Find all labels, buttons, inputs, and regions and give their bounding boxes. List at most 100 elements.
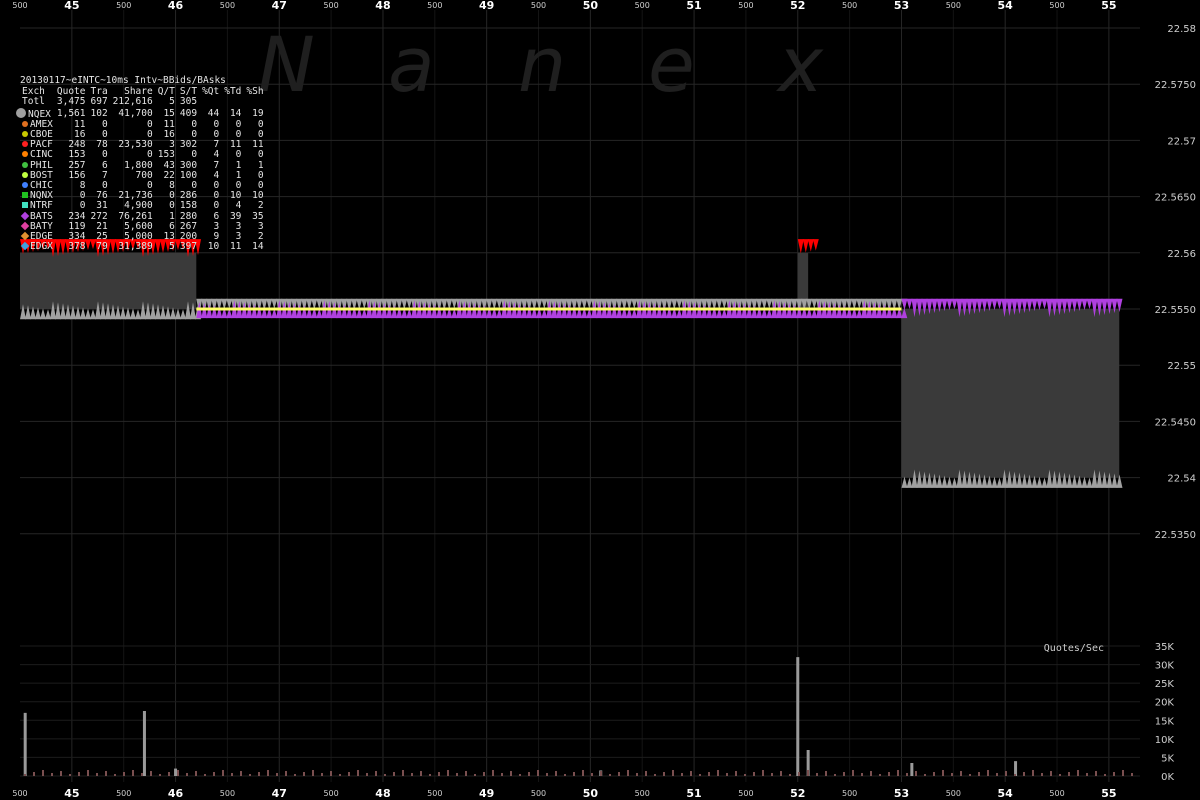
bid-quote-marker bbox=[341, 304, 348, 319]
exchange-marker-icon bbox=[16, 107, 26, 118]
exchange-marker-icon bbox=[22, 141, 28, 148]
row-name: Totl bbox=[22, 96, 45, 108]
bid-quote-marker bbox=[386, 304, 393, 319]
bid-quote-marker bbox=[616, 305, 623, 319]
x-tick-label: 50 bbox=[583, 0, 599, 12]
quotes-tick-label: 5K bbox=[1161, 753, 1174, 764]
bid-quote-marker bbox=[566, 304, 573, 319]
cell-share: 31,389 bbox=[118, 241, 153, 253]
x-half-tick-label: 500 bbox=[635, 789, 650, 798]
quotes-tick-label: 20K bbox=[1155, 698, 1175, 709]
x-half-tick-label: 500 bbox=[842, 789, 857, 798]
price-tick-label: 22.5650 bbox=[1155, 193, 1196, 204]
ask-quote-marker bbox=[797, 239, 804, 254]
ask-quote-marker bbox=[946, 298, 953, 311]
bid-quote-marker bbox=[471, 303, 478, 319]
bid-quote-marker bbox=[291, 303, 298, 319]
x-tick-label: 54 bbox=[998, 787, 1014, 800]
bid-quote-marker bbox=[426, 303, 433, 319]
cell-trades: 79 bbox=[96, 241, 108, 253]
exchange-marker-icon bbox=[22, 171, 28, 178]
exchange-marker-icon bbox=[22, 202, 28, 209]
cell-pct-trades: 14 bbox=[229, 107, 242, 119]
price-tick-label: 22.5550 bbox=[1155, 305, 1196, 316]
cell-st: 409 bbox=[179, 107, 198, 119]
x-tick-label: 51 bbox=[686, 787, 701, 800]
table-row: AMEX 11 0 0 11 0 0 0 0 bbox=[20, 119, 264, 130]
exchange-marker-icon bbox=[22, 151, 28, 158]
ask-quote-marker bbox=[811, 298, 818, 309]
bid-quote-marker bbox=[90, 309, 96, 320]
cell-quote: 1,561 bbox=[56, 107, 86, 119]
exchange-marker-icon bbox=[22, 131, 28, 138]
x-half-tick-label: 500 bbox=[946, 789, 961, 798]
watermark-letter: x bbox=[778, 20, 823, 109]
x-tick-label: 47 bbox=[272, 0, 287, 12]
bid-quote-marker bbox=[346, 305, 353, 319]
panel-title: 20130117~eINTC~10ms Intv~BBids/BAsks bbox=[20, 75, 226, 86]
quotes-tick-label: 35K bbox=[1155, 642, 1175, 653]
bid-quote-marker bbox=[1081, 476, 1088, 488]
bid-quote-marker bbox=[746, 304, 753, 319]
exchange-stats-panel: 20130117~eINTC~10ms Intv~BBids/BAsks Exc… bbox=[16, 75, 264, 253]
bid-quote-marker bbox=[85, 308, 91, 320]
table-row: BOST 156 7 700 22 100 4 1 0 bbox=[20, 170, 264, 181]
cell-quote: 378 bbox=[68, 241, 86, 253]
bid-quote-marker bbox=[381, 303, 388, 319]
x-tick-label: 48 bbox=[375, 0, 390, 12]
x-tick-label: 46 bbox=[168, 0, 184, 12]
quotes-tick-label: 30K bbox=[1155, 661, 1175, 672]
bid-quote-marker bbox=[651, 303, 658, 319]
x-half-tick-label: 500 bbox=[116, 1, 131, 10]
bid-quote-marker bbox=[516, 303, 523, 319]
bid-quote-marker bbox=[1036, 476, 1043, 488]
bid-quote-marker bbox=[211, 305, 218, 319]
x-half-tick-label: 500 bbox=[323, 789, 338, 798]
bid-quote-marker bbox=[436, 305, 443, 319]
bid-quote-marker bbox=[180, 309, 186, 320]
x-tick-label: 55 bbox=[1101, 787, 1116, 800]
x-tick-label: 55 bbox=[1101, 0, 1116, 12]
ask-quote-marker bbox=[766, 298, 773, 309]
price-tick-label: 22.5750 bbox=[1155, 80, 1196, 91]
cell-quote: 3,475 bbox=[56, 96, 86, 108]
watermark-letter: n bbox=[518, 20, 567, 109]
ask-quote-marker bbox=[991, 298, 998, 311]
x-tick-label: 53 bbox=[894, 787, 909, 800]
ask-quote-marker bbox=[676, 298, 683, 309]
bid-quote-marker bbox=[1041, 477, 1048, 488]
bid-quote-marker bbox=[901, 476, 908, 488]
x-tick-label: 46 bbox=[168, 787, 184, 800]
bid-quote-marker bbox=[706, 305, 713, 319]
ask-quote-marker bbox=[812, 239, 819, 251]
bid-quote-marker bbox=[791, 304, 798, 319]
ask-quote-marker bbox=[406, 298, 413, 309]
bid-quote-marker bbox=[876, 303, 883, 319]
exchange-rows: NQEX 1,561 102 41,700 15 409 44 14 19 AMEX 11 0 0 11 0… bbox=[16, 107, 264, 253]
bid-quote-marker bbox=[246, 303, 253, 319]
exchange-marker-icon bbox=[22, 161, 28, 168]
price-tick-label: 22.57 bbox=[1167, 136, 1196, 147]
ask-quote-marker bbox=[951, 298, 958, 310]
cell-trades: 102 bbox=[90, 107, 108, 119]
column-header: %Qt bbox=[202, 86, 220, 98]
ask-quote-marker bbox=[807, 239, 814, 252]
quotes-tick-label: 10K bbox=[1155, 735, 1175, 746]
bid-quote-marker bbox=[841, 305, 848, 319]
watermark-letter: e bbox=[648, 20, 695, 109]
row-name: EDGX bbox=[20, 242, 53, 252]
cell-share: 23,530 bbox=[118, 139, 153, 151]
ask-quote-marker bbox=[996, 298, 1003, 310]
x-tick-label: 45 bbox=[64, 0, 79, 12]
bid-quote-marker bbox=[521, 304, 528, 319]
bid-quote-marker bbox=[996, 477, 1003, 488]
x-tick-label: 54 bbox=[998, 0, 1014, 12]
bid-quote-marker bbox=[751, 305, 758, 319]
bid-quote-marker bbox=[831, 303, 838, 319]
column-header: %Sh bbox=[246, 86, 264, 98]
cell-qt: 5 bbox=[169, 241, 175, 253]
x-tick-label: 47 bbox=[272, 787, 287, 800]
price-tick-label: 22.5450 bbox=[1155, 417, 1196, 428]
bid-quote-marker bbox=[656, 304, 663, 319]
ask-quote-marker bbox=[856, 298, 863, 309]
